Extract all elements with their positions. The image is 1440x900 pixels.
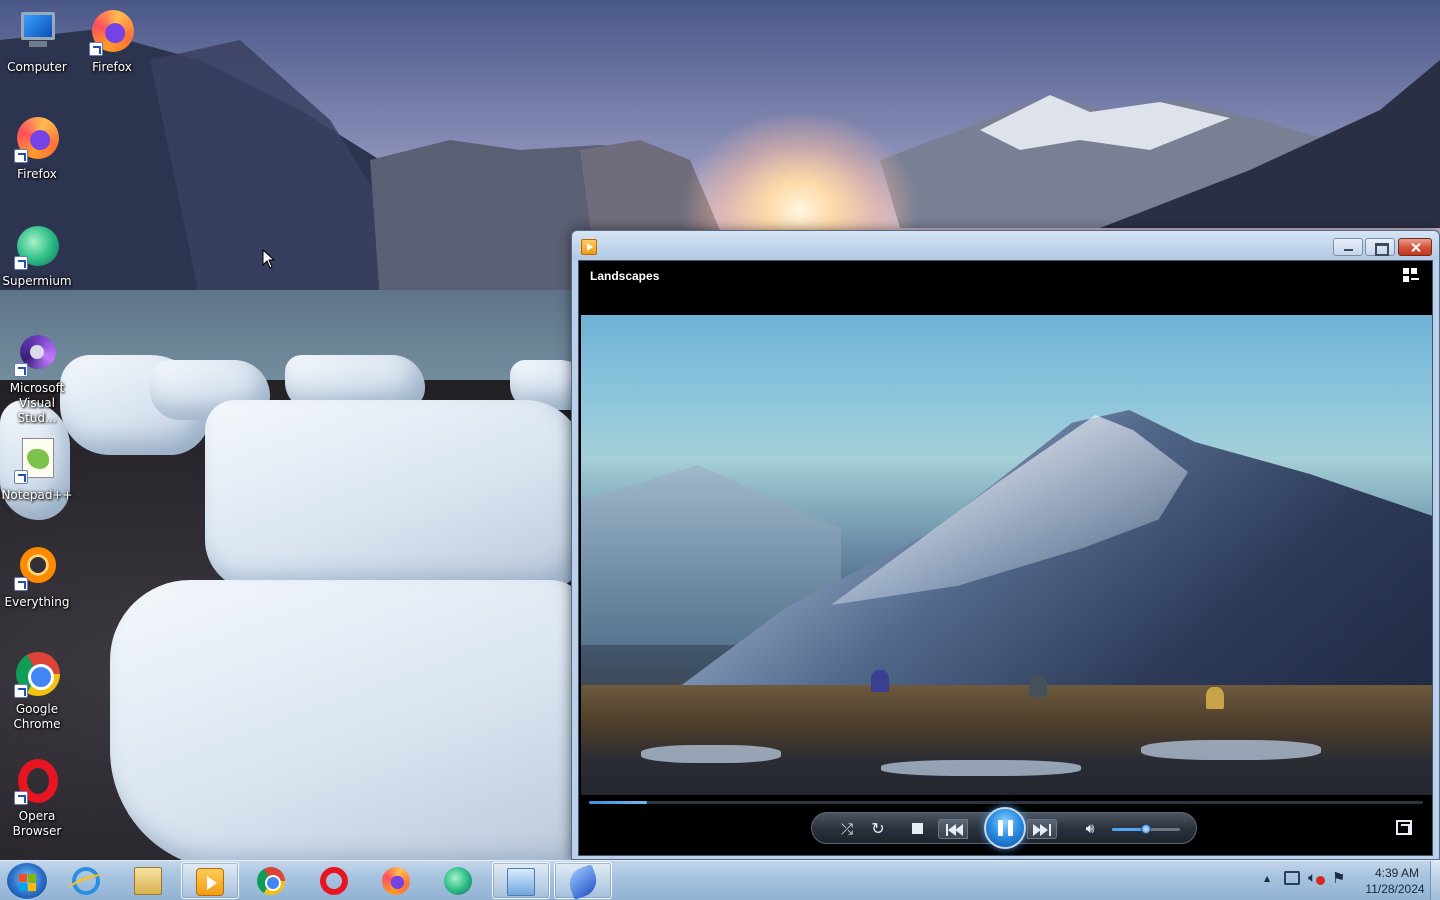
media-player-app-icon (581, 239, 597, 255)
close-button[interactable] (1398, 238, 1432, 256)
windows-logo-icon (19, 874, 27, 882)
internet-explorer-icon (72, 867, 100, 895)
minimize-button[interactable] (1333, 238, 1363, 256)
visual-studio-icon (12, 329, 62, 377)
folder-icon (134, 867, 162, 895)
video-cyclist (1206, 687, 1224, 709)
chrome-icon (257, 867, 285, 895)
taskbar-internet-explorer[interactable] (58, 862, 116, 899)
volume-slider-thumb[interactable] (1141, 824, 1151, 834)
notification-area: ▲ 🔈︎ ⚑ 4:39 AM 11/28/2024 (1256, 861, 1440, 900)
taskbar-control-panel[interactable] (492, 862, 550, 899)
seek-bar-progress (589, 801, 648, 804)
shortcut-arrow-icon (14, 149, 28, 163)
show-hidden-icons-button[interactable]: ▲ (1264, 874, 1270, 883)
desktop-icon-notepad-plus-plus[interactable]: Notepad++ (0, 436, 74, 503)
shortcut-arrow-icon (89, 42, 103, 56)
desktop-icon-label: Computer (7, 60, 67, 74)
shortcut-arrow-icon (14, 256, 28, 270)
desktop-icon-google-chrome[interactable]: Google Chrome (0, 650, 74, 732)
taskbar-google-chrome[interactable] (243, 862, 301, 899)
shortcut-arrow-icon (14, 684, 28, 698)
switch-to-library-icon[interactable] (1403, 268, 1421, 284)
previous-button[interactable] (938, 819, 968, 839)
desktop-icon-label: Google Chrome (13, 702, 61, 731)
repeat-button[interactable]: ↻ (869, 819, 887, 839)
shuffle-button[interactable]: ⤮ (838, 819, 856, 839)
next-button[interactable] (1027, 819, 1057, 839)
supermium-icon (444, 867, 472, 895)
desktop-icon-everything[interactable]: Everything (0, 543, 74, 610)
windows-logo-icon (28, 883, 36, 891)
video-snow-patch (641, 745, 781, 763)
desktop-icon-label: Notepad++ (1, 488, 73, 502)
video-cyclist (1029, 675, 1047, 697)
feather-icon (565, 864, 601, 900)
taskbar: ▲ 🔈︎ ⚑ 4:39 AM 11/28/2024 (0, 860, 1440, 900)
taskbar-media-player[interactable] (181, 862, 239, 899)
desktop-icon-supermium[interactable]: Supermium (0, 222, 74, 289)
control-panel-icon (507, 868, 535, 896)
shortcut-arrow-icon (14, 791, 28, 805)
media-player-window[interactable]: Landscapes ⤮ ↻ 🔊︎ (571, 230, 1440, 860)
fullscreen-button[interactable] (1396, 820, 1412, 835)
firefox-icon (12, 115, 62, 163)
desktop-icon-visual-studio[interactable]: Microsoft Visual Stud... (0, 329, 74, 426)
taskbar-feather-app[interactable] (554, 862, 612, 900)
opera-icon (320, 867, 348, 895)
clock-time[interactable]: 4:39 AM (1362, 866, 1432, 880)
pause-button[interactable] (984, 807, 1026, 849)
desktop-icon-firefox-2[interactable]: Firefox (0, 115, 74, 182)
video-snow-patch (1141, 740, 1321, 760)
taskbar-firefox[interactable] (368, 862, 426, 899)
desktop-icon-label: Microsoft Visual Stud... (9, 381, 65, 425)
desktop-icon-opera[interactable]: Opera Browser (0, 757, 74, 839)
volume-speaker-icon[interactable]: 🔊︎ (1080, 819, 1100, 839)
start-button[interactable] (6, 862, 48, 900)
firefox-icon (87, 8, 137, 56)
desktop-icon-label: Firefox (92, 60, 132, 74)
video-snow-patch (881, 760, 1081, 776)
wallpaper-ice (205, 400, 585, 590)
maximize-button[interactable] (1365, 238, 1395, 256)
supermium-icon (12, 222, 62, 270)
taskbar-file-explorer[interactable] (120, 862, 178, 899)
taskbar-supermium[interactable] (430, 862, 488, 899)
notepad-plus-plus-icon (12, 436, 62, 484)
desktop-icon-firefox[interactable]: Firefox (75, 8, 149, 75)
windows-logo-icon (28, 874, 36, 882)
media-player-icon (196, 868, 224, 896)
desktop-icon-label: Firefox (17, 167, 57, 181)
now-playing-area[interactable]: Landscapes ⤮ ↻ 🔊︎ (578, 260, 1433, 856)
shortcut-arrow-icon (14, 470, 28, 484)
clock-date[interactable]: 11/28/2024 (1356, 882, 1434, 896)
video-title: Landscapes (590, 269, 660, 283)
shortcut-arrow-icon (14, 577, 28, 591)
playback-controls: ⤮ ↻ 🔊︎ (811, 807, 1197, 849)
firefox-icon (382, 867, 410, 895)
wallpaper-ice (110, 580, 590, 860)
computer-icon (12, 8, 62, 56)
video-cyclist (871, 670, 889, 692)
opera-icon (12, 757, 62, 805)
desktop-icon-label: Supermium (2, 274, 72, 288)
windows-logo-icon (19, 883, 27, 891)
network-icon[interactable] (1284, 871, 1300, 885)
desktop-icon-label: Opera Browser (12, 809, 62, 838)
shortcut-arrow-icon (14, 363, 28, 377)
taskbar-opera[interactable] (306, 862, 364, 899)
show-desktop-button[interactable] (1430, 861, 1440, 900)
stop-button[interactable] (912, 823, 923, 834)
video-ground (581, 685, 1432, 795)
volume-muted-icon[interactable]: 🔈︎ (1308, 870, 1325, 886)
volume-slider[interactable] (1112, 824, 1180, 834)
desktop-icon-label: Everything (4, 595, 70, 609)
video-display[interactable] (581, 315, 1432, 795)
window-titlebar[interactable] (572, 231, 1439, 260)
chrome-icon (12, 650, 62, 698)
action-center-flag-icon[interactable]: ⚑ (1332, 869, 1345, 887)
desktop-icon-computer[interactable]: Computer (0, 8, 74, 75)
seek-bar[interactable] (589, 801, 1423, 804)
everything-search-icon (12, 543, 62, 591)
